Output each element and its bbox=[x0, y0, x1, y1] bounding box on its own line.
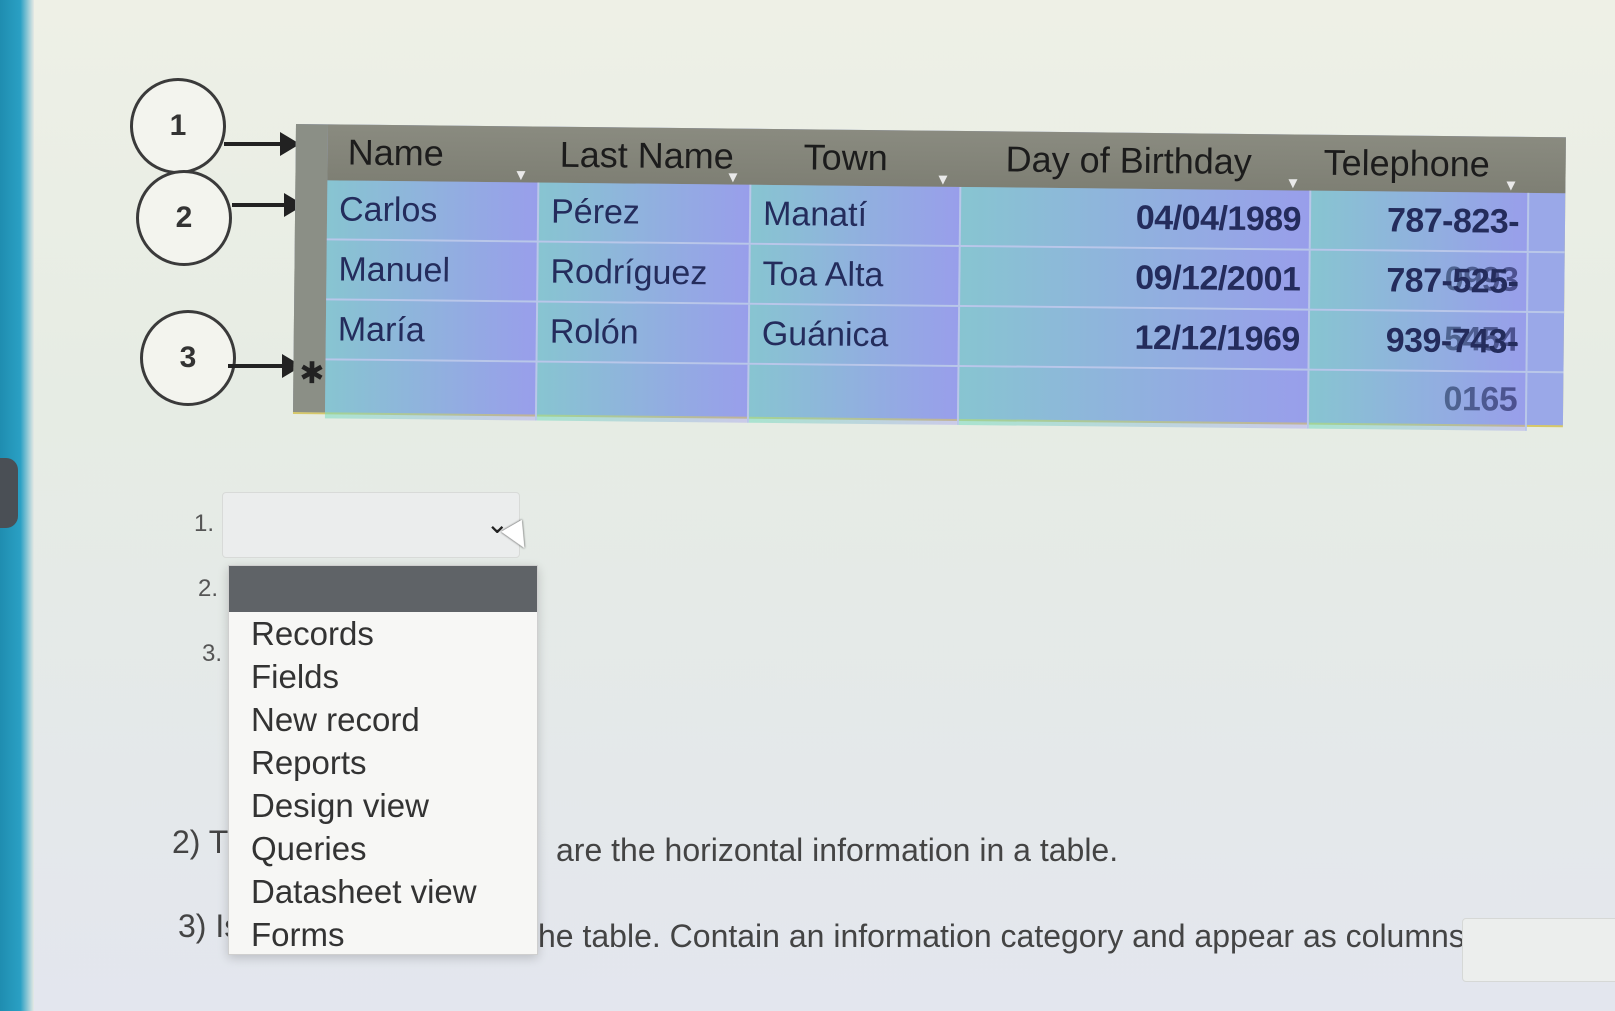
cell-town[interactable]: Manatí bbox=[750, 184, 962, 245]
column-header-label: Telephone bbox=[1323, 141, 1491, 185]
callout-3-arrow bbox=[228, 354, 302, 378]
dropdown-option-records[interactable]: Records bbox=[229, 612, 537, 655]
datasheet-table: Name ▾ Last Name ▾ Town ▾ Day of Birthday ▾ … bbox=[292, 124, 1566, 431]
dropdown-option-datasheet-view[interactable]: Datasheet view bbox=[229, 870, 537, 913]
cell-town[interactable]: Guánica bbox=[749, 304, 961, 365]
column-header-day-of-birthday[interactable]: Day of Birthday ▾ bbox=[961, 131, 1312, 192]
cell-empty[interactable] bbox=[1308, 370, 1528, 431]
dropdown-option-forms[interactable]: Forms bbox=[229, 913, 537, 956]
dropdown-option-fields[interactable]: Fields bbox=[229, 655, 537, 698]
question-3-suffix: he table. Contain an information categor… bbox=[538, 918, 1590, 954]
question-number: 2. bbox=[198, 575, 219, 602]
cell-last-name[interactable]: Rolón bbox=[537, 302, 751, 363]
cell-name[interactable]: Manuel bbox=[326, 240, 539, 301]
cell-last-name[interactable]: Rodríguez bbox=[538, 242, 751, 303]
callout-2: 2 bbox=[136, 170, 232, 266]
cell-telephone[interactable]: 787-823-0993 bbox=[1310, 190, 1530, 299]
column-header-label: Day of Birthday bbox=[1005, 138, 1252, 183]
cell-empty[interactable] bbox=[324, 360, 538, 421]
callout-3-label: 3 bbox=[179, 341, 197, 374]
cell-telephone[interactable]: 787-525-5454 bbox=[1310, 250, 1529, 359]
cell-empty[interactable] bbox=[748, 364, 960, 425]
column-header-label: Last Name bbox=[559, 133, 734, 177]
callout-1: 1 bbox=[130, 78, 226, 174]
callout-2-arrow bbox=[232, 193, 304, 217]
callout-3: 3 bbox=[140, 310, 236, 406]
cell-birthday[interactable]: 12/12/1969 bbox=[959, 306, 1311, 369]
cell-telephone[interactable]: 939-743-0165 bbox=[1309, 310, 1529, 419]
cell-birthday[interactable]: 04/04/1989 bbox=[960, 186, 1312, 249]
cell-last-name[interactable]: Pérez bbox=[538, 182, 752, 243]
dropdown-option-reports[interactable]: Reports bbox=[229, 741, 537, 784]
new-record-asterisk-icon: ✱ bbox=[299, 357, 325, 391]
column-header-last-name[interactable]: Last Name ▾ bbox=[539, 127, 752, 187]
callout-1-arrow bbox=[224, 132, 300, 156]
column-header-name[interactable]: Name ▾ bbox=[327, 124, 540, 185]
cell-empty[interactable] bbox=[536, 362, 750, 423]
question-2-suffix: are the horizontal information in a tabl… bbox=[556, 832, 1119, 868]
cell-birthday[interactable]: 09/12/2001 bbox=[960, 246, 1311, 309]
dropdown-option-design-view[interactable]: Design view bbox=[229, 784, 537, 827]
answer-dropdown-list[interactable]: Records Fields New record Reports Design… bbox=[228, 565, 538, 955]
cell-town[interactable]: Toa Alta bbox=[750, 244, 961, 305]
new-record-row[interactable] bbox=[324, 360, 1564, 431]
question-number: 3. bbox=[202, 640, 223, 667]
cell-name[interactable]: María bbox=[325, 300, 539, 361]
dropdown-option-blank[interactable] bbox=[229, 566, 537, 612]
dropdown-option-new-record[interactable]: New record bbox=[229, 698, 537, 741]
answer-select-1[interactable]: ⌄ bbox=[222, 492, 520, 558]
column-header-town[interactable]: Town ▾ bbox=[751, 129, 962, 189]
answer-select-3[interactable] bbox=[1462, 918, 1615, 982]
dropdown-option-queries[interactable]: Queries bbox=[229, 827, 537, 870]
cell-empty[interactable] bbox=[958, 366, 1310, 429]
record-rows: Carlos Pérez Manatí 04/04/1989 787-823-0… bbox=[324, 180, 1566, 431]
callout-2-label: 2 bbox=[175, 201, 193, 234]
callout-1-label: 1 bbox=[169, 109, 187, 142]
cell-name[interactable]: Carlos bbox=[326, 180, 540, 241]
question-number: 1. bbox=[194, 510, 215, 537]
side-tab-handle[interactable] bbox=[0, 458, 18, 528]
column-header-label: Name bbox=[347, 131, 444, 174]
column-header-label: Town bbox=[803, 136, 888, 179]
column-header-telephone[interactable]: Telephone ▾ bbox=[1311, 135, 1530, 195]
